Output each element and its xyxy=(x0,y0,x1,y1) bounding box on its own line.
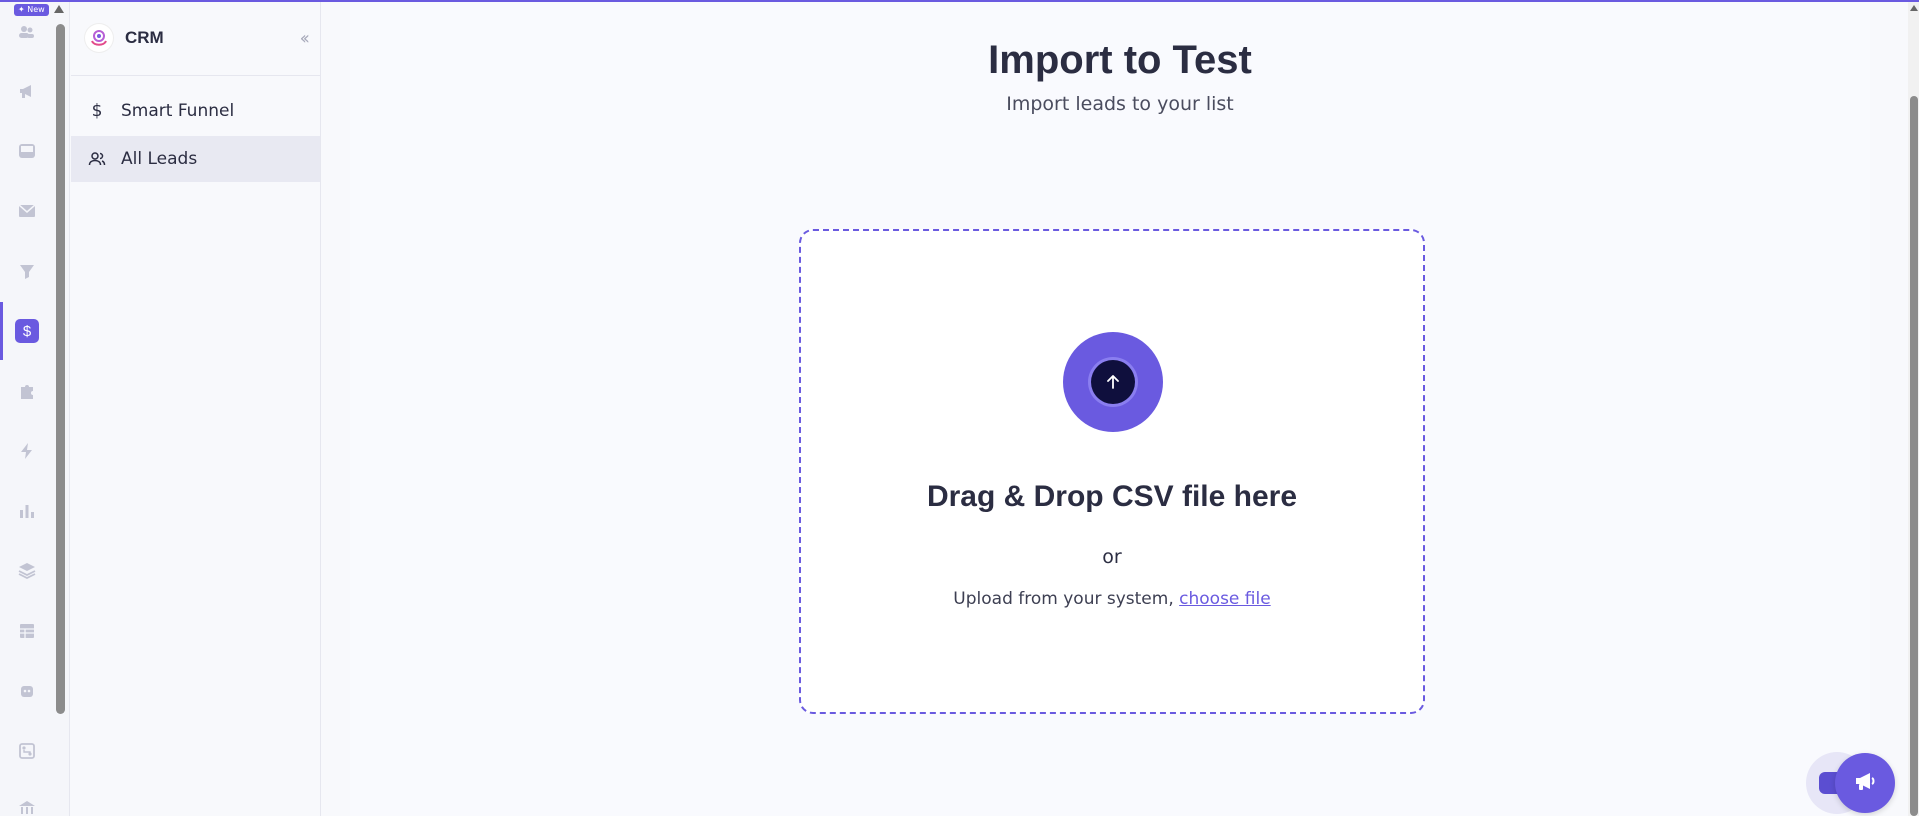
analytics-icon[interactable] xyxy=(15,499,39,523)
sidebar-item-all-leads[interactable]: All Leads xyxy=(71,136,320,182)
choose-file-link[interactable]: choose file xyxy=(1179,589,1271,609)
top-accent-line xyxy=(0,0,1919,2)
contacts-icon[interactable] xyxy=(15,20,39,44)
lightning-icon[interactable] xyxy=(15,439,39,463)
layers-icon[interactable] xyxy=(15,559,39,583)
dropzone-title: Drag & Drop CSV file here xyxy=(926,480,1298,513)
rail-scroll-up-arrow[interactable] xyxy=(54,5,64,13)
table-icon[interactable] xyxy=(15,619,39,643)
dollar-icon: $ xyxy=(91,101,103,121)
page-title: Import to Test xyxy=(988,38,1252,82)
crm-logo-icon xyxy=(85,23,113,52)
mail-icon[interactable] xyxy=(15,199,39,223)
crm-sidebar: CRM ‹‹ $ Smart Funnel All Leads xyxy=(71,0,321,816)
icon-rail: ✦ New $ xyxy=(0,0,70,816)
rail-active-indicator xyxy=(0,302,3,360)
main-content: Import to Test Import leads to your list… xyxy=(322,0,1919,816)
robot-icon[interactable] xyxy=(15,679,39,703)
dropzone-or: or xyxy=(1102,546,1122,568)
inbox-icon[interactable] xyxy=(15,139,39,163)
upload-button[interactable] xyxy=(1063,332,1163,432)
sidebar-title: CRM xyxy=(125,27,164,47)
announcements-button[interactable] xyxy=(1835,753,1895,813)
page-subtitle: Import leads to your list xyxy=(1006,93,1234,115)
funnel-icon[interactable] xyxy=(15,259,39,283)
crm-dollar-icon[interactable]: $ xyxy=(15,319,39,343)
sidebar-item-label: All Leads xyxy=(121,149,198,169)
sidebar-header: CRM ‹‹ xyxy=(71,0,320,76)
upload-arrow-icon xyxy=(1091,360,1135,404)
sidebar-item-smart-funnel[interactable]: $ Smart Funnel xyxy=(71,88,320,134)
rail-scrollbar[interactable] xyxy=(56,24,65,714)
users-icon xyxy=(87,150,107,168)
workflow-icon[interactable] xyxy=(15,739,39,763)
sidebar-item-label: Smart Funnel xyxy=(121,101,235,121)
dropzone-upload-line: Upload from your system, choose file xyxy=(801,589,1423,609)
collapse-sidebar-icon[interactable]: ‹‹ xyxy=(300,28,311,49)
megaphone-icon xyxy=(1851,767,1879,799)
bank-icon[interactable] xyxy=(15,796,39,816)
page-scrollbar-thumb[interactable] xyxy=(1910,96,1918,816)
megaphone-icon[interactable] xyxy=(15,79,39,103)
upload-text: Upload from your system, xyxy=(953,589,1174,609)
new-badge[interactable]: ✦ New xyxy=(14,4,49,16)
page-scroll-up-arrow[interactable] xyxy=(1910,5,1918,11)
puzzle-icon[interactable] xyxy=(15,379,39,403)
csv-dropzone[interactable]: Drag & Drop CSV file here or Upload from… xyxy=(799,229,1425,714)
